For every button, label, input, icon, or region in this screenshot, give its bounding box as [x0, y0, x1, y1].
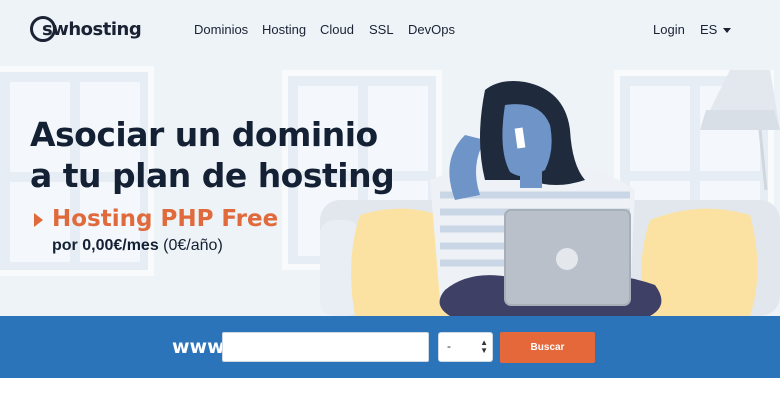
search-button[interactable]: Buscar — [500, 332, 595, 363]
nav-item-devops[interactable]: DevOps — [408, 22, 455, 37]
domain-search-bar: www. - ▲ ▼ Buscar — [0, 316, 780, 378]
promo-title-link[interactable]: Hosting PHP Free — [52, 206, 278, 232]
promo-price-monthly: por 0,00€/mes — [52, 237, 159, 254]
play-arrow-icon — [34, 213, 43, 227]
top-navbar: swhosting Dominios Hosting Cloud SSL Dev… — [0, 0, 780, 60]
language-selector[interactable]: ES — [700, 22, 732, 37]
tld-select[interactable]: - ▲ ▼ — [438, 332, 493, 362]
chevron-down-icon — [723, 28, 732, 34]
login-link[interactable]: Login — [653, 22, 685, 37]
tld-selected-value: - — [447, 339, 451, 353]
nav-item-cloud[interactable]: Cloud — [320, 22, 354, 37]
domain-search-input[interactable] — [222, 332, 429, 362]
nav-item-dominios[interactable]: Dominios — [194, 22, 248, 37]
promo-price: por 0,00€/mes (0€/año) — [52, 237, 223, 255]
brand-logo[interactable]: swhosting — [30, 16, 142, 42]
language-label: ES — [700, 22, 718, 37]
promo-price-yearly: (0€/año) — [158, 237, 223, 254]
hero-section: swhosting Dominios Hosting Cloud SSL Dev… — [0, 0, 780, 316]
logo-text: swhosting — [42, 18, 142, 40]
page-title: Asociar un dominio a tu plan de hosting — [30, 115, 395, 195]
nav-item-hosting[interactable]: Hosting — [262, 22, 306, 37]
nav-item-ssl[interactable]: SSL — [369, 22, 394, 37]
select-arrows-icon: ▲ ▼ — [480, 338, 488, 355]
